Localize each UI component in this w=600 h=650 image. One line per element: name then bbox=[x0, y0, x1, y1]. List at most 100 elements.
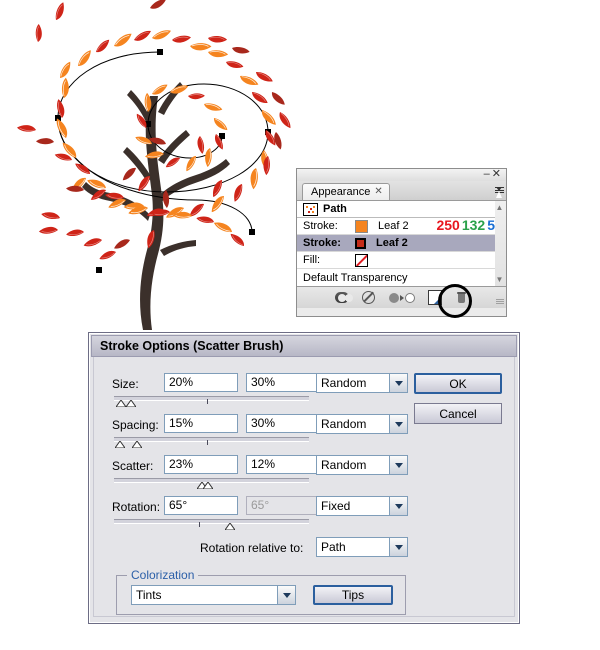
size-mode-select[interactable]: Random bbox=[316, 373, 408, 393]
appearance-row-transparency[interactable]: Default Transparency bbox=[297, 269, 495, 286]
scatter-mode-value: Random bbox=[321, 458, 367, 472]
size-slider-track bbox=[114, 396, 309, 401]
colorization-group: Colorization Tints Tips bbox=[116, 568, 406, 615]
ok-button[interactable]: OK bbox=[414, 373, 502, 394]
appearance-panel[interactable]: –✕ Appearance ✕ ▲ ▼ Path Stroke: Leaf 2 … bbox=[296, 168, 507, 318]
appearance-row-stroke-1[interactable]: Stroke: Leaf 2 250 132 5 bbox=[297, 217, 495, 235]
rotation-relative-row: Rotation relative to: bbox=[200, 537, 303, 558]
colorization-chevron-down-icon[interactable] bbox=[277, 586, 295, 604]
size-min-input[interactable]: 20% bbox=[164, 373, 238, 392]
close-icon[interactable]: ✕ bbox=[492, 168, 503, 180]
scroll-down-icon[interactable]: ▼ bbox=[495, 275, 504, 284]
size-max-input[interactable]: 30% bbox=[246, 373, 320, 392]
rotation-mode-select[interactable]: Fixed bbox=[316, 496, 408, 516]
rotation-mode-chevron-down-icon[interactable] bbox=[389, 497, 407, 515]
appearance-panel-footer[interactable] bbox=[297, 284, 506, 318]
resize-grip-icon[interactable] bbox=[496, 298, 504, 306]
duplicate-selected-item-button[interactable] bbox=[427, 290, 442, 305]
toggle-visibility-button[interactable] bbox=[334, 291, 353, 305]
spacing-mode-value: Random bbox=[321, 417, 367, 431]
panel-menu-button[interactable] bbox=[486, 183, 504, 198]
rgb-red-value: 250 bbox=[436, 217, 460, 233]
minimize-icon[interactable]: – bbox=[484, 168, 492, 180]
spacing-slider-tick bbox=[207, 440, 208, 445]
scroll-up-icon[interactable]: ▲ bbox=[495, 203, 504, 212]
stroke-1-rgb-readout: 250 132 5 bbox=[436, 217, 495, 234]
spacing-slider-handle-max[interactable] bbox=[132, 441, 142, 448]
stroke-2-color-swatch[interactable] bbox=[355, 237, 366, 249]
rotation-slider[interactable] bbox=[114, 519, 309, 533]
dialog-title-label: Stroke Options (Scatter Brush) bbox=[100, 339, 284, 353]
spacing-row: Spacing: bbox=[112, 414, 159, 435]
appearance-panel-window-buttons[interactable]: –✕ bbox=[484, 168, 503, 180]
colorization-method-select[interactable]: Tints bbox=[131, 585, 296, 605]
size-mode-chevron-down-icon[interactable] bbox=[389, 374, 407, 392]
rotation-relative-select[interactable]: Path bbox=[316, 537, 408, 557]
stroke-2-brush-label: Leaf 2 bbox=[376, 237, 408, 249]
size-label: Size: bbox=[112, 376, 139, 391]
rotation-relative-chevron-down-icon[interactable] bbox=[389, 538, 407, 556]
scatter-slider-handle-max[interactable] bbox=[203, 482, 213, 489]
appearance-row-path[interactable]: Path bbox=[297, 201, 495, 218]
spacing-mode-select[interactable]: Random bbox=[316, 414, 408, 434]
ok-button-label: OK bbox=[449, 376, 467, 391]
clear-appearance-button[interactable] bbox=[362, 291, 376, 305]
scatter-slider[interactable] bbox=[114, 478, 309, 492]
delete-selected-item-button[interactable] bbox=[455, 291, 469, 305]
appearance-list[interactable]: ▲ ▼ Path Stroke: Leaf 2 250 132 5 Stroke… bbox=[297, 201, 506, 286]
tips-button[interactable]: Tips bbox=[313, 585, 393, 605]
size-row: Size: bbox=[112, 373, 139, 394]
toggle-icon bbox=[334, 292, 353, 303]
scatter-mode-select[interactable]: Random bbox=[316, 455, 408, 475]
rotation-mode-value: Fixed bbox=[321, 499, 351, 513]
fill-label: Fill: bbox=[303, 254, 321, 266]
cancel-button[interactable]: Cancel bbox=[414, 403, 502, 424]
size-slider-handle-min[interactable] bbox=[116, 400, 126, 407]
rotation-slider-handle[interactable] bbox=[225, 523, 235, 530]
cancel-button-label: Cancel bbox=[439, 406, 477, 421]
appearance-panel-titlebar[interactable]: –✕ bbox=[297, 168, 506, 181]
stroke-options-dialog[interactable]: Stroke Options (Scatter Brush) Size: 20%… bbox=[88, 332, 520, 624]
path-thumbnail-icon bbox=[303, 202, 318, 216]
rgb-blue-value: 5 bbox=[487, 217, 495, 233]
appearance-row-stroke-2[interactable]: Stroke: Leaf 2 bbox=[297, 235, 495, 252]
colorization-method-value: Tints bbox=[136, 588, 162, 602]
stroke-1-label: Stroke: bbox=[303, 220, 338, 232]
colorization-group-label: Colorization bbox=[127, 568, 199, 582]
scatter-max-input[interactable]: 12% bbox=[246, 455, 320, 474]
autumn-tree-illustration[interactable] bbox=[0, 0, 330, 335]
fill-none-swatch[interactable] bbox=[355, 253, 368, 267]
chevron-down-icon bbox=[496, 187, 502, 198]
rgb-green-value: 132 bbox=[461, 217, 486, 233]
size-mode-value: Random bbox=[321, 376, 367, 390]
spacing-mode-chevron-down-icon[interactable] bbox=[389, 415, 407, 433]
spacing-max-input[interactable]: 30% bbox=[246, 414, 320, 433]
trash-icon bbox=[456, 291, 467, 304]
size-slider-handle-max[interactable] bbox=[126, 400, 136, 407]
spacing-min-input[interactable]: 15% bbox=[164, 414, 238, 433]
reduce-to-basic-appearance-button[interactable] bbox=[388, 291, 415, 305]
spacing-slider[interactable] bbox=[114, 437, 309, 451]
tab-appearance[interactable]: Appearance ✕ bbox=[302, 183, 390, 200]
rotation-max-input: 65° bbox=[246, 496, 320, 515]
size-slider[interactable] bbox=[114, 396, 309, 410]
stroke-2-label: Stroke: bbox=[303, 237, 341, 249]
tree-trunk bbox=[82, 82, 230, 330]
stroke-1-color-swatch[interactable] bbox=[355, 219, 368, 233]
scatter-label: Scatter: bbox=[112, 458, 154, 473]
scatter-min-input[interactable]: 23% bbox=[164, 455, 238, 474]
appearance-panel-tabrow: Appearance ✕ bbox=[297, 181, 506, 201]
appearance-row-fill[interactable]: Fill: bbox=[297, 252, 495, 269]
scatter-mode-chevron-down-icon[interactable] bbox=[389, 456, 407, 474]
tips-button-label: Tips bbox=[341, 588, 365, 602]
reduce-icon bbox=[388, 292, 415, 303]
spacing-slider-handle-min[interactable] bbox=[115, 441, 125, 448]
tab-close-icon[interactable]: ✕ bbox=[374, 184, 382, 200]
rotation-min-input[interactable]: 65° bbox=[164, 496, 238, 515]
rotation-relative-label: Rotation relative to: bbox=[200, 540, 304, 555]
dialog-titlebar[interactable]: Stroke Options (Scatter Brush) bbox=[91, 335, 517, 357]
spacing-slider-track bbox=[114, 437, 309, 442]
stroke-1-brush-label: Leaf 2 bbox=[378, 220, 409, 232]
transparency-label: Default Transparency bbox=[303, 271, 408, 284]
new-art-page-icon bbox=[427, 290, 442, 305]
